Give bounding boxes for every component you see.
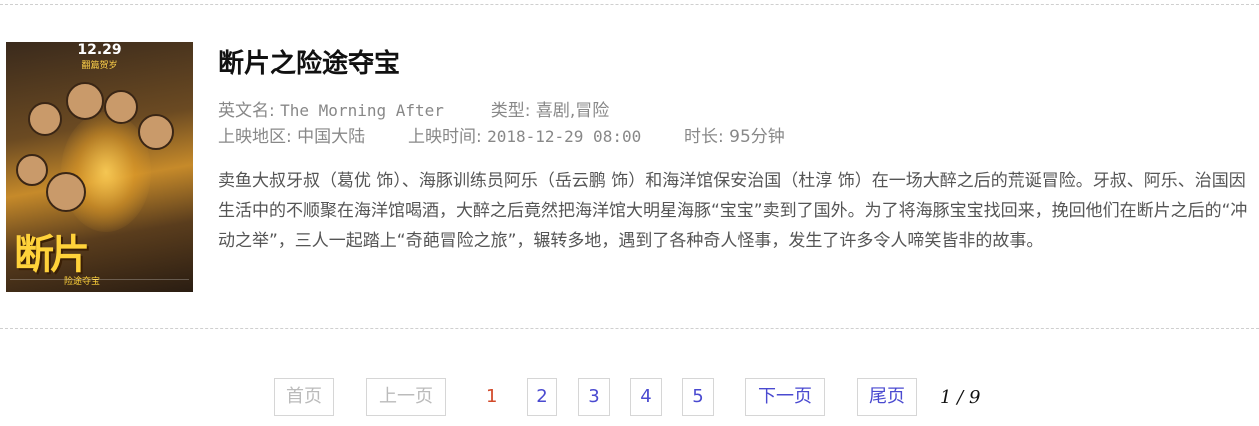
first-page-button[interactable]: 首页 <box>274 378 334 416</box>
page-4-button[interactable]: 4 <box>630 378 662 416</box>
page-info: 1 / 9 <box>940 387 981 408</box>
next-page-button[interactable]: 下一页 <box>745 378 825 416</box>
release-time-label: 上映时间: <box>407 127 482 147</box>
poster-credits <box>10 279 189 290</box>
movie-title[interactable]: 断片之险途夺宝 <box>218 46 400 82</box>
meta-row-2: 上映地区: 中国大陆 上映时间: 2018-12-29 08:00 时长: 95… <box>218 125 785 149</box>
page-3-button[interactable]: 3 <box>578 378 610 416</box>
poster-figure <box>16 154 48 186</box>
poster-figure <box>28 102 62 136</box>
region-label: 上映地区: <box>218 127 292 147</box>
bottom-divider <box>0 328 1259 329</box>
region-value: 中国大陆 <box>297 127 366 147</box>
movie-poster[interactable]: 12.29 翻篇贺岁 断片 险途夺宝 <box>6 42 193 292</box>
release-time-value: 2018-12-29 08:00 <box>487 127 642 146</box>
poster-figure <box>46 172 86 212</box>
english-name-label: 英文名: <box>218 101 275 121</box>
current-page: 1 <box>486 386 498 407</box>
page-2-button[interactable]: 2 <box>527 378 557 416</box>
duration-label: 时长: <box>684 127 724 147</box>
prev-page-button[interactable]: 上一页 <box>366 378 446 416</box>
poster-tagline: 翻篇贺岁 <box>81 61 118 71</box>
duration-value: 95分钟 <box>729 127 785 147</box>
meta-row-1: 英文名: The Morning After 类型: 喜剧,冒险 <box>218 99 609 123</box>
poster-title: 断片 <box>14 231 90 278</box>
genre-value: 喜剧,冒险 <box>535 101 610 121</box>
genre-label: 类型: <box>490 101 531 121</box>
page-5-button[interactable]: 5 <box>682 378 714 416</box>
last-page-button[interactable]: 尾页 <box>857 378 917 416</box>
english-name-value: The Morning After <box>280 101 444 120</box>
movie-description: 卖鱼大叔牙叔（葛优 饰）、海豚训练员阿乐（岳云鹏 饰）和海洋馆保安治国（杜淳 饰… <box>218 171 1248 251</box>
poster-figure <box>66 82 104 120</box>
top-divider <box>0 4 1259 5</box>
poster-figure <box>104 90 138 124</box>
poster-date: 12.29 <box>77 42 122 58</box>
poster-figure <box>138 114 174 150</box>
